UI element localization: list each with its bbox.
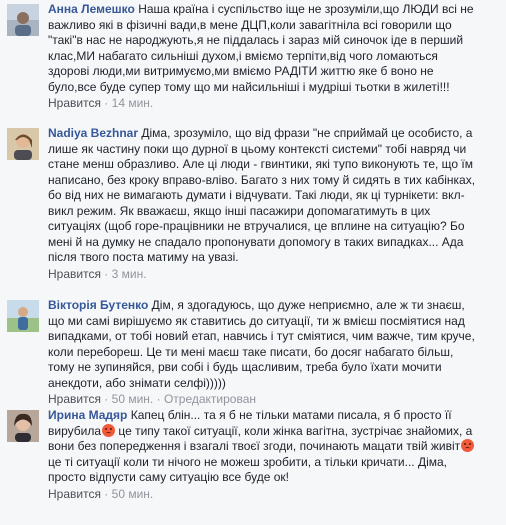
comment-timestamp[interactable]: 50 мин. <box>112 487 154 501</box>
comment-line: викл режим. Як вважаєш, якщо інші пасажи… <box>48 203 431 218</box>
comment-line: стане менш образливо. Але ці люди - гвин… <box>48 157 473 171</box>
comment-line: бо від них не вимагають думати і відчува… <box>48 188 465 202</box>
comment-line: написано, без кроку вправо-вліво. Багато… <box>48 172 476 187</box>
avatar[interactable] <box>7 128 39 160</box>
comment-line: після твого поста матиму на увазі. <box>48 250 239 264</box>
comment-timestamp[interactable]: 50 мин. <box>112 392 154 406</box>
like-link[interactable]: Нравится <box>48 392 101 406</box>
comment-line: мені й на думку не спадало пропонувати д… <box>48 234 464 249</box>
comment-line: випадками, от тобі новий етап, навчись і… <box>48 329 475 343</box>
comment-timestamp[interactable]: 3 мин. <box>112 267 147 281</box>
comment-line: здорові люди,ми витримуємо,ми вміємо РАД… <box>48 64 434 78</box>
comment-line: лише як частину поки що дурної в цьому к… <box>48 141 467 156</box>
comment-meta: Нравится · 50 мин. <box>48 486 154 501</box>
avatar[interactable] <box>7 300 39 332</box>
comment-text: Ирина Мадяр Капец блін... та я б не тіль… <box>48 408 452 422</box>
comment-line: що ми самі вирішуємо як ставитись до сит… <box>48 313 465 328</box>
like-link[interactable]: Нравится <box>48 487 101 501</box>
comment-line: було,все буде супер тому що ми найсильні… <box>48 79 450 94</box>
comment-author-link[interactable]: Вікторія Бутенко <box>48 298 148 312</box>
comment-line: тому не зупиняйся, рви собі і будь щасли… <box>48 360 442 374</box>
comment-meta: Нравится · 14 мин. <box>48 96 154 110</box>
edited-label[interactable]: Отредактирован <box>164 392 256 406</box>
comment-line: просто відпусти саму ситуацію все буде о… <box>48 470 290 484</box>
comment-text: Nadiya Bezhnar Діма, зрозуміло, що від ф… <box>48 126 473 140</box>
comment-author-link[interactable]: Ирина Мадяр <box>48 408 127 422</box>
comment-thread: Анна Лемешко Наша країна і суспільство і… <box>0 0 506 525</box>
comment-line: ситуаціях (щоб горе-працівники не втруча… <box>48 219 465 233</box>
avatar[interactable] <box>7 410 39 442</box>
avatar[interactable] <box>7 4 39 36</box>
angry-face-icon <box>102 423 116 437</box>
comment-line: "такі"в нас не народжують,я не піддалась… <box>48 33 464 47</box>
comment-meta: Нравится · 3 мин. <box>48 266 147 281</box>
comment-line: це ті ситуації коли ти нічого не можеш з… <box>48 454 447 469</box>
comment-meta: Нравится · 50 мин. · Отредактирован <box>48 392 256 406</box>
comment-line: клас,МИ набагато сильніші духом,і вміємо… <box>48 48 438 63</box>
angry-face-icon <box>461 439 475 452</box>
like-link[interactable]: Нравится <box>48 267 101 281</box>
comment-line: анекдоти, або знімати селфі))))) <box>48 375 226 390</box>
like-link[interactable]: Нравится <box>48 96 101 110</box>
comment-line: важливо які в фізичні вади,в мене ДЦП,ко… <box>48 17 452 32</box>
comment-line: вирубила це типу такої ситуації, коли жі… <box>48 423 473 438</box>
comment-author-link[interactable]: Анна Лемешко <box>48 2 135 16</box>
comment-text: Анна Лемешко Наша країна і суспільство і… <box>48 2 474 16</box>
comment-timestamp[interactable]: 14 мин. <box>112 96 154 110</box>
comment-text: Вікторія Бутенко Дім, я здогадуюсь, що д… <box>48 298 465 312</box>
comment-author-link[interactable]: Nadiya Bezhnar <box>48 126 138 140</box>
comment-line: коли перебореш. Це ти мені маєш таке пис… <box>48 344 454 359</box>
comment-line: вони без попередження і взагалі твоєї зг… <box>48 439 500 455</box>
